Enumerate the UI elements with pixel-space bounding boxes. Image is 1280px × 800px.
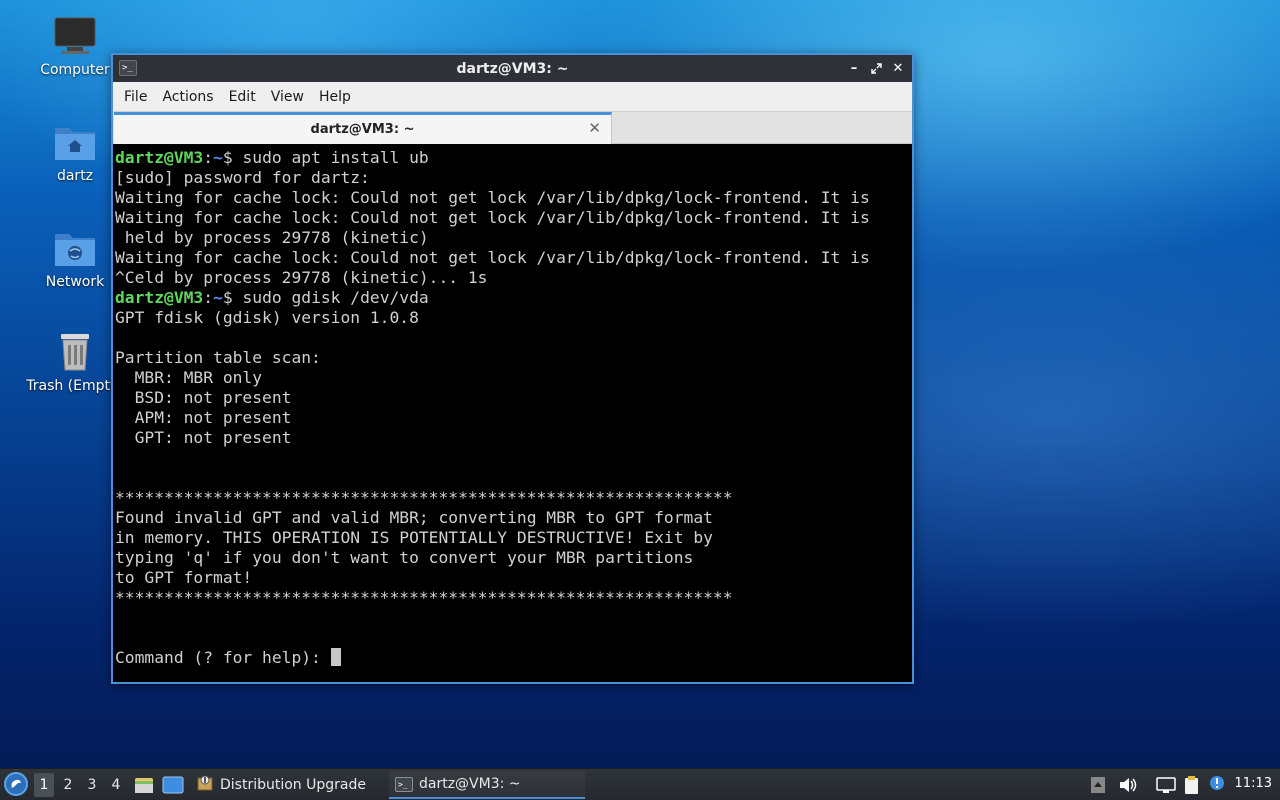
start-menu-button[interactable] bbox=[4, 772, 28, 796]
home-folder-icon bbox=[53, 122, 97, 162]
tab-label: dartz@VM3: ~ bbox=[310, 122, 415, 137]
terminal-line: ^Celd by process 29778 (kinetic)... 1s bbox=[115, 268, 488, 287]
update-notification-icon[interactable] bbox=[1208, 775, 1226, 799]
terminal-line: held by process 29778 (kinetic) bbox=[115, 228, 429, 247]
terminal-line: to GPT format! bbox=[115, 568, 253, 587]
terminal-line: Partition table scan: bbox=[115, 348, 321, 367]
workspace-3[interactable]: 3 bbox=[82, 773, 102, 797]
terminal-line: ****************************************… bbox=[115, 588, 733, 607]
menu-actions[interactable]: Actions bbox=[155, 89, 221, 105]
terminal-text: $ sudo gdisk /dev/vda bbox=[222, 288, 429, 307]
menu-bar: File Actions Edit View Help bbox=[113, 82, 912, 112]
workspace-4[interactable]: 4 bbox=[106, 773, 126, 797]
menu-view[interactable]: View bbox=[264, 89, 312, 105]
prompt-separator: : bbox=[203, 288, 214, 307]
close-button[interactable]: ✕ bbox=[888, 58, 908, 78]
text-cursor bbox=[330, 648, 341, 666]
terminal-line: Waiting for cache lock: Could not get lo… bbox=[115, 248, 870, 267]
network-icon bbox=[53, 228, 97, 268]
prompt-path: ~ bbox=[213, 148, 223, 167]
task-distribution-upgrade[interactable]: Distribution Upgrade bbox=[194, 771, 380, 799]
terminal-text: Command (? for help): bbox=[115, 648, 331, 667]
volume-icon[interactable] bbox=[1118, 775, 1138, 799]
terminal-line: dartz@VM3:~$ sudo gdisk /dev/vda bbox=[115, 288, 912, 308]
tab-close-icon[interactable]: ✕ bbox=[588, 119, 601, 137]
menu-help[interactable]: Help bbox=[312, 89, 359, 105]
workspace-2[interactable]: 2 bbox=[58, 773, 78, 797]
menu-file[interactable]: File bbox=[117, 89, 155, 105]
clipboard-icon[interactable] bbox=[1182, 775, 1202, 799]
maximize-button[interactable] bbox=[866, 58, 886, 78]
terminal-text: $ sudo apt install ub bbox=[222, 148, 429, 167]
computer-icon bbox=[53, 16, 97, 56]
desktop-icon-label: Network bbox=[45, 274, 105, 290]
task-label: dartz@VM3: ~ bbox=[419, 776, 521, 792]
maximize-icon bbox=[870, 62, 882, 74]
minimize-button[interactable]: – bbox=[844, 58, 864, 78]
terminal-output[interactable]: dartz@VM3:~$ sudo apt install ub [sudo] … bbox=[113, 144, 912, 682]
terminal-line: Found invalid GPT and valid MBR; convert… bbox=[115, 508, 713, 527]
tab-terminal[interactable]: dartz@VM3: ~ ✕ bbox=[114, 112, 612, 144]
terminal-window[interactable]: >_ dartz@VM3: ~ – ✕ File Actions Edit Vi… bbox=[111, 53, 914, 684]
desktop-icon-label: Trash (Empty) bbox=[26, 378, 124, 394]
workspace-1[interactable]: 1 bbox=[34, 773, 54, 797]
prompt-user: dartz@VM3 bbox=[115, 148, 204, 167]
menu-edit[interactable]: Edit bbox=[222, 89, 264, 105]
prompt-separator: : bbox=[203, 148, 214, 167]
terminal-line: GPT fdisk (gdisk) version 1.0.8 bbox=[115, 308, 419, 327]
clock[interactable]: 11:13 bbox=[1235, 776, 1272, 791]
package-icon bbox=[196, 774, 214, 796]
window-titlebar[interactable]: >_ dartz@VM3: ~ – ✕ bbox=[113, 55, 912, 82]
trash-icon bbox=[53, 332, 97, 372]
task-label: Distribution Upgrade bbox=[220, 777, 366, 793]
terminal-line: [sudo] password for dartz: bbox=[115, 168, 370, 187]
prompt-user: dartz@VM3 bbox=[115, 288, 204, 307]
terminal-line: ****************************************… bbox=[115, 488, 733, 507]
terminal-line: APM: not present bbox=[115, 408, 292, 427]
network-tray-icon[interactable] bbox=[1155, 775, 1177, 799]
window-title: dartz@VM3: ~ bbox=[456, 60, 569, 77]
terminal-prompt-line[interactable]: Command (? for help): bbox=[115, 648, 912, 668]
terminal-line: Waiting for cache lock: Could not get lo… bbox=[115, 208, 870, 227]
prompt-path: ~ bbox=[213, 288, 223, 307]
task-terminal[interactable]: >_ dartz@VM3: ~ bbox=[389, 771, 585, 799]
file-manager-icon[interactable] bbox=[134, 775, 154, 799]
terminal-line: BSD: not present bbox=[115, 388, 292, 407]
tray-up-arrow-icon[interactable] bbox=[1090, 775, 1106, 799]
start-menu-icon bbox=[11, 779, 21, 788]
taskbar: 1 2 3 4 Distribution Upgrade >_ dartz@VM… bbox=[0, 768, 1280, 800]
terminal-line: GPT: not present bbox=[115, 428, 292, 447]
desktop-icon-label: dartz bbox=[56, 168, 94, 184]
tab-bar: dartz@VM3: ~ ✕ bbox=[113, 112, 912, 144]
terminal-line: Waiting for cache lock: Could not get lo… bbox=[115, 188, 870, 207]
desktop-icon-label: Computer bbox=[40, 62, 110, 78]
terminal-line: MBR: MBR only bbox=[115, 368, 263, 387]
terminal-line: typing 'q' if you don't want to convert … bbox=[115, 548, 694, 567]
terminal-icon: >_ bbox=[395, 776, 413, 792]
terminal-line: in memory. THIS OPERATION IS POTENTIALLY… bbox=[115, 528, 713, 547]
terminal-line: dartz@VM3:~$ sudo apt install ub bbox=[115, 148, 912, 168]
show-desktop-icon[interactable] bbox=[162, 775, 184, 799]
